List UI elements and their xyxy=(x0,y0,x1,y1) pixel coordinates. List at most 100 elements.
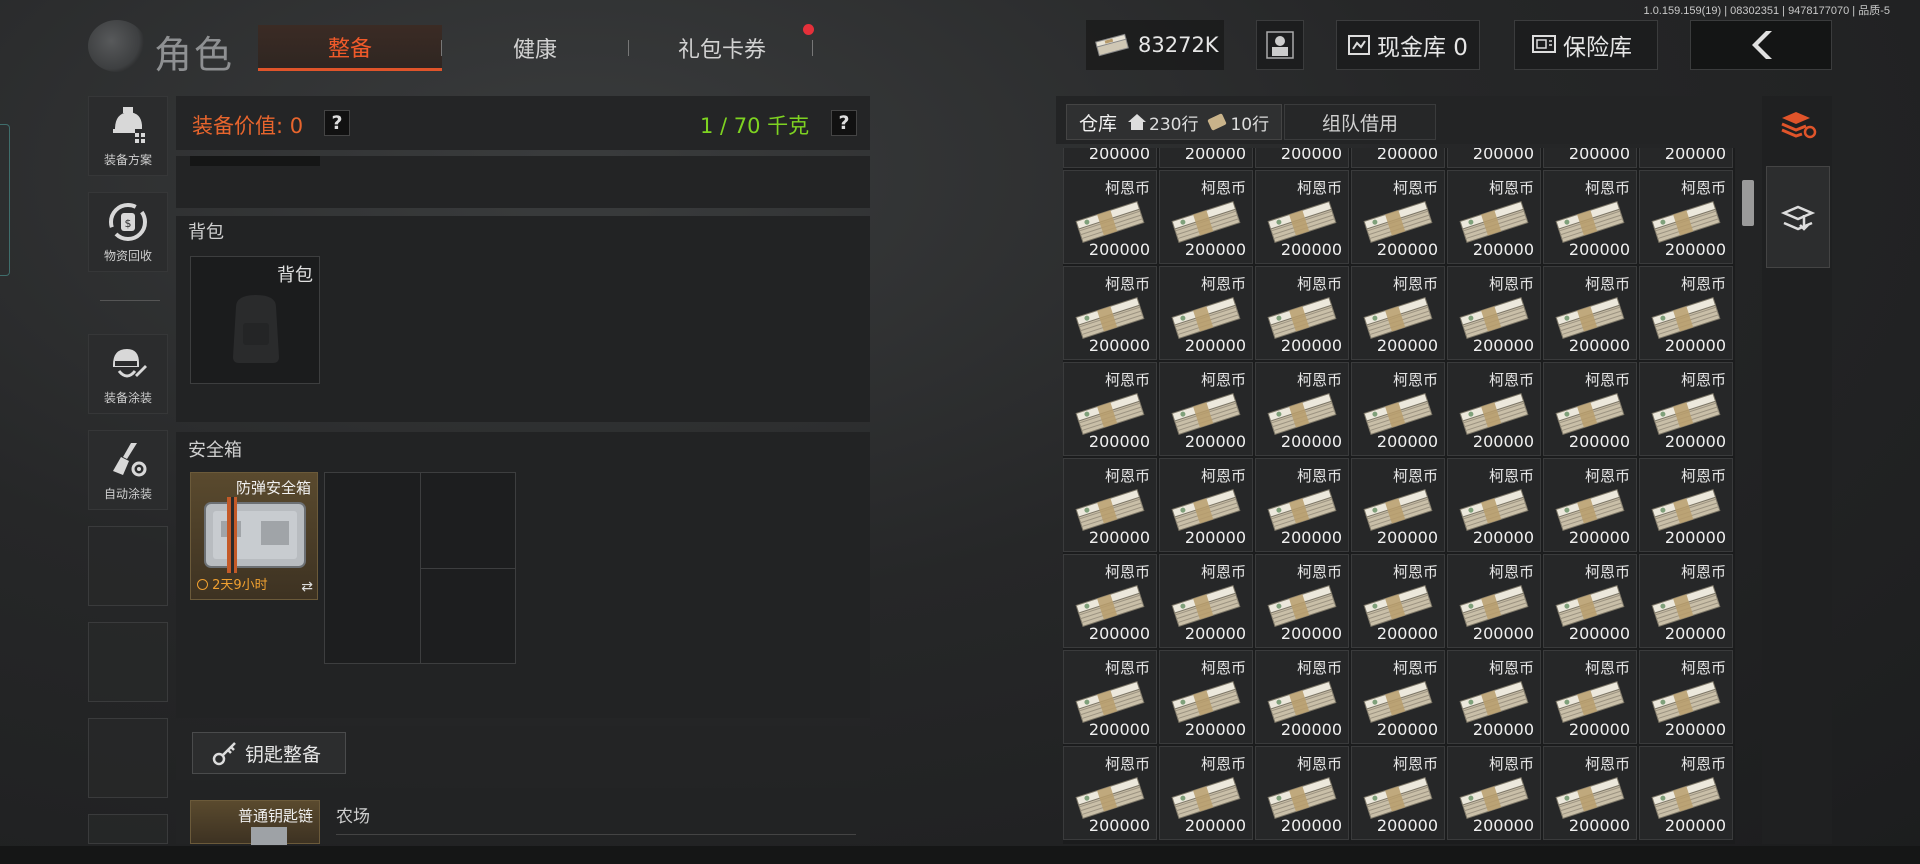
item-name: 防弹安全箱 xyxy=(235,479,311,497)
store-all-button[interactable] xyxy=(1766,166,1830,268)
warehouse-item-kern-coin[interactable]: 柯恩币200000 xyxy=(1639,458,1733,552)
warehouse-item-kern-coin[interactable]: 柯恩币200000 xyxy=(1255,554,1349,648)
insurance-vault-button[interactable]: 保险库 xyxy=(1514,20,1658,70)
currency-amount: 83272K xyxy=(1138,33,1219,57)
warehouse-item-kern-coin[interactable]: 柯恩币200000 xyxy=(1063,458,1157,552)
warehouse-item-kern-coin[interactable]: 柯恩币200000 xyxy=(1543,554,1637,648)
warehouse-item-kern-coin[interactable]: 柯恩币200000 xyxy=(1255,458,1349,552)
warehouse-item-kern-coin[interactable]: 柯恩币200000 xyxy=(1447,266,1541,360)
item-amount: 200000 xyxy=(1664,720,1726,739)
gear-paint-button[interactable]: 装备涂装 xyxy=(88,334,168,414)
warehouse-item-kern-coin[interactable]: 柯恩币200000 xyxy=(1447,746,1541,840)
tab-health[interactable]: 健康 xyxy=(450,25,620,71)
warehouse-item-kern-coin[interactable]: 柯恩币200000 xyxy=(1543,148,1637,168)
warehouse-item-kern-coin[interactable]: 柯恩币200000 xyxy=(1159,266,1253,360)
gear-preset-button[interactable]: 装备方案 xyxy=(88,96,168,176)
warehouse-item-kern-coin[interactable]: 柯恩币200000 xyxy=(1351,170,1445,264)
swap-icon[interactable]: ⇄ xyxy=(301,579,313,595)
warehouse-item-kern-coin[interactable]: 柯恩币200000 xyxy=(1351,554,1445,648)
warehouse-item-kern-coin[interactable]: 柯恩币200000 xyxy=(1255,148,1349,168)
item-name: 柯恩币 xyxy=(1296,563,1342,581)
back-button[interactable] xyxy=(1690,20,1832,70)
warehouse-item-kern-coin[interactable]: 柯恩币200000 xyxy=(1639,362,1733,456)
warehouse-item-kern-coin[interactable]: 柯恩币200000 xyxy=(1639,650,1733,744)
gear-value-bar: 装备价值: 0 ? 1 / 70 千克 ? xyxy=(176,96,870,150)
warehouse-item-kern-coin[interactable]: 柯恩币200000 xyxy=(1063,650,1157,744)
warehouse-item-kern-coin[interactable]: 柯恩币200000 xyxy=(1159,148,1253,168)
supply-recycle-button[interactable]: $ 物资回收 xyxy=(88,192,168,272)
cash-vault-button[interactable]: 现金库 0 xyxy=(1336,20,1480,70)
warehouse-item-kern-coin[interactable]: 柯恩币200000 xyxy=(1639,148,1733,168)
warehouse-item-kern-coin[interactable]: 柯恩币200000 xyxy=(1063,148,1157,168)
help-icon[interactable]: ? xyxy=(324,110,350,136)
warehouse-item-kern-coin[interactable]: 柯恩币200000 xyxy=(1639,266,1733,360)
warehouse-item-kern-coin[interactable]: 柯恩币200000 xyxy=(1639,554,1733,648)
warehouse-item-kern-coin[interactable]: 柯恩币200000 xyxy=(1351,650,1445,744)
warehouse-item-kern-coin[interactable]: 柯恩币200000 xyxy=(1159,458,1253,552)
warehouse-item-kern-coin[interactable]: 柯恩币200000 xyxy=(1447,148,1541,168)
tab-warehouse[interactable]: 仓库 230行 10行 xyxy=(1066,104,1282,140)
warehouse-item-kern-coin[interactable]: 柯恩币200000 xyxy=(1543,650,1637,744)
warehouse-item-kern-coin[interactable]: 柯恩币200000 xyxy=(1543,746,1637,840)
warehouse-item-kern-coin[interactable]: 柯恩币200000 xyxy=(1543,362,1637,456)
warehouse-item-kern-coin[interactable]: 柯恩币200000 xyxy=(1255,170,1349,264)
item-amount: 200000 xyxy=(1088,624,1150,643)
sort-button[interactable] xyxy=(1766,100,1830,150)
item-name: 柯恩币 xyxy=(1680,275,1726,293)
scrollbar-thumb[interactable] xyxy=(1742,180,1754,226)
warehouse-item-kern-coin[interactable]: 柯恩币200000 xyxy=(1063,554,1157,648)
warehouse-item-kern-coin[interactable]: 柯恩币200000 xyxy=(1255,746,1349,840)
helmet-plan-icon xyxy=(113,107,145,143)
metal-case-icon xyxy=(204,497,306,573)
safebox-item[interactable]: 防弹安全箱 2天9小时 ⇄ xyxy=(190,472,318,600)
item-amount: 200000 xyxy=(1376,148,1438,163)
warehouse-item-kern-coin[interactable]: 柯恩币200000 xyxy=(1351,266,1445,360)
warehouse-item-kern-coin[interactable]: 柯恩币200000 xyxy=(1063,362,1157,456)
warehouse-item-kern-coin[interactable]: 柯恩币200000 xyxy=(1063,266,1157,360)
item-amount: 200000 xyxy=(1088,528,1150,547)
warehouse-item-kern-coin[interactable]: 柯恩币200000 xyxy=(1351,746,1445,840)
item-name: 柯恩币 xyxy=(1200,467,1246,485)
keychain-item[interactable]: 普通钥匙链 xyxy=(190,800,320,845)
auto-paint-button[interactable]: 自动涂装 xyxy=(88,430,168,510)
help-icon[interactable]: ? xyxy=(831,110,857,136)
item-name: 柯恩币 xyxy=(1392,755,1438,773)
warehouse-item-kern-coin[interactable]: 柯恩币200000 xyxy=(1159,362,1253,456)
warehouse-item-kern-coin[interactable]: 柯恩币200000 xyxy=(1063,746,1157,840)
warehouse-item-kern-coin[interactable]: 柯恩币200000 xyxy=(1159,170,1253,264)
cash-bundle-icon xyxy=(1267,393,1337,435)
warehouse-item-kern-coin[interactable]: 柯恩币200000 xyxy=(1255,650,1349,744)
warehouse-item-kern-coin[interactable]: 柯恩币200000 xyxy=(1543,266,1637,360)
tab-preparation[interactable]: 整备 xyxy=(258,25,442,71)
warehouse-item-kern-coin[interactable]: 柯恩币200000 xyxy=(1447,554,1541,648)
item-amount: 200000 xyxy=(1568,336,1630,355)
customer-service-button[interactable] xyxy=(1256,20,1304,70)
warehouse-item-kern-coin[interactable]: 柯恩币200000 xyxy=(1639,170,1733,264)
warehouse-item-kern-coin[interactable]: 柯恩币200000 xyxy=(1543,458,1637,552)
warehouse-item-kern-coin[interactable]: 柯恩币200000 xyxy=(1351,362,1445,456)
warehouse-item-kern-coin[interactable]: 柯恩币200000 xyxy=(1255,362,1349,456)
key-preparation-button[interactable]: 钥匙整备 xyxy=(192,732,346,774)
agent-icon xyxy=(1266,31,1294,59)
warehouse-item-kern-coin[interactable]: 柯恩币200000 xyxy=(1447,458,1541,552)
tab-label: 整备 xyxy=(327,36,372,62)
tab-team-borrow[interactable]: 组队借用 xyxy=(1284,104,1436,140)
item-amount: 200000 xyxy=(1376,336,1438,355)
warehouse-item-kern-coin[interactable]: 柯恩币200000 xyxy=(1159,650,1253,744)
cash-bundle-icon xyxy=(1363,681,1433,723)
tab-gift-cards[interactable]: 礼包卡券 xyxy=(636,25,808,71)
warehouse-item-kern-coin[interactable]: 柯恩币200000 xyxy=(1159,554,1253,648)
warehouse-item-kern-coin[interactable]: 柯恩币200000 xyxy=(1351,148,1445,168)
warehouse-item-kern-coin[interactable]: 柯恩币200000 xyxy=(1447,362,1541,456)
item-amount: 200000 xyxy=(1088,432,1150,451)
warehouse-item-kern-coin[interactable]: 柯恩币200000 xyxy=(1447,170,1541,264)
warehouse-item-kern-coin[interactable]: 柯恩币200000 xyxy=(1255,266,1349,360)
warehouse-item-kern-coin[interactable]: 柯恩币200000 xyxy=(1351,458,1445,552)
section-title: 背包 xyxy=(188,222,224,243)
warehouse-item-kern-coin[interactable]: 柯恩币200000 xyxy=(1447,650,1541,744)
backpack-slot[interactable]: 背包 xyxy=(190,256,320,384)
warehouse-item-kern-coin[interactable]: 柯恩币200000 xyxy=(1063,170,1157,264)
warehouse-item-kern-coin[interactable]: 柯恩币200000 xyxy=(1639,746,1733,840)
warehouse-item-kern-coin[interactable]: 柯恩币200000 xyxy=(1543,170,1637,264)
warehouse-item-kern-coin[interactable]: 柯恩币200000 xyxy=(1159,746,1253,840)
